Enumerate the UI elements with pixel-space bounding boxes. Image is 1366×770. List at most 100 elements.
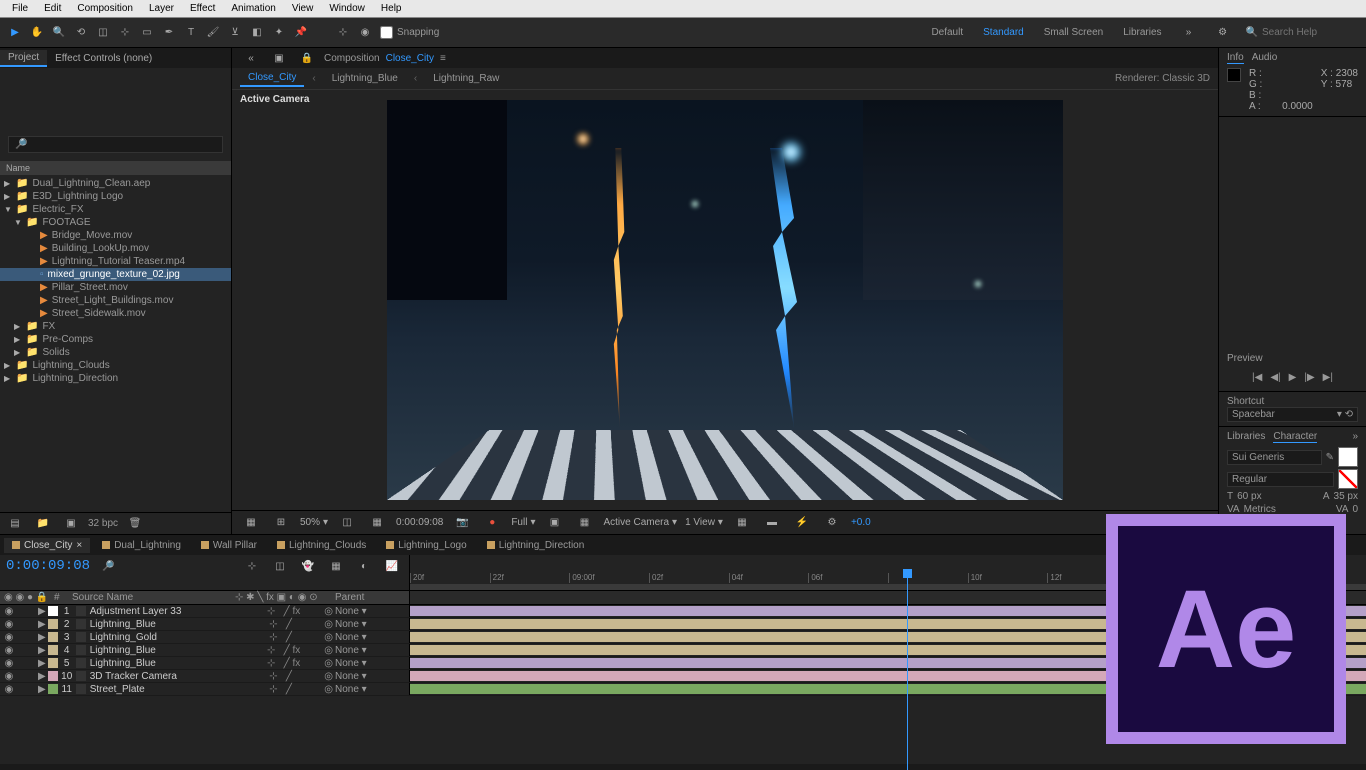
expand-icon[interactable]: ▶ xyxy=(38,619,46,630)
comp-tab-lightning-blue[interactable]: Lightning_Blue xyxy=(324,71,406,86)
tree-item[interactable]: ▼📁Electric_FX xyxy=(0,203,231,216)
visibility-icon[interactable]: ◉ xyxy=(4,632,14,643)
menu-composition[interactable]: Composition xyxy=(69,3,141,14)
tree-item[interactable]: ▶📁Pre-Comps xyxy=(0,333,231,346)
workspace-more-icon[interactable]: » xyxy=(1180,24,1198,42)
layer-name[interactable]: Lightning_Blue xyxy=(88,645,265,656)
parent-pickwhip-icon[interactable]: ◎ xyxy=(324,658,333,669)
expand-icon[interactable]: ▶ xyxy=(4,374,12,383)
col-parent[interactable]: Parent xyxy=(335,592,405,603)
expand-icon[interactable]: ▶ xyxy=(38,606,46,617)
gear-icon[interactable]: ⚙ xyxy=(823,514,841,532)
visibility-icon[interactable]: ◉ xyxy=(4,684,14,695)
draft-3d-icon[interactable]: ◫ xyxy=(271,557,289,575)
tree-item[interactable]: ▶Bridge_Move.mov xyxy=(0,229,231,242)
tree-item[interactable]: ▶📁Solids xyxy=(0,346,231,359)
tree-item[interactable]: ▶Street_Light_Buildings.mov xyxy=(0,294,231,307)
tab-character[interactable]: Character xyxy=(1273,431,1317,443)
bit-depth[interactable]: 32 bpc xyxy=(88,518,118,529)
selection-tool-icon[interactable]: ▶ xyxy=(6,24,24,42)
hand-tool-icon[interactable]: ✋ xyxy=(28,24,46,42)
mask-icon[interactable]: ▦ xyxy=(368,514,386,532)
tree-item[interactable]: ▶📁Lightning_Clouds xyxy=(0,359,231,372)
tab-project[interactable]: Project xyxy=(0,50,47,67)
tracking[interactable]: 0 xyxy=(1352,504,1358,515)
pen-tool-icon[interactable]: ✒ xyxy=(160,24,178,42)
layer-color-box[interactable] xyxy=(48,684,58,694)
layer-name[interactable]: 3D Tracker Camera xyxy=(88,671,267,682)
layer-name[interactable]: Street_Plate xyxy=(88,684,267,695)
timeline-tab-dual-lightning[interactable]: Dual_Lightning xyxy=(94,538,189,553)
viewer-timecode[interactable]: 0:00:09:08 xyxy=(396,517,443,528)
layer-name[interactable]: Lightning_Gold xyxy=(88,632,267,643)
project-search[interactable]: 🔎 xyxy=(8,136,223,153)
3d-icon[interactable]: ◉ xyxy=(356,24,374,42)
tab-libraries[interactable]: Libraries xyxy=(1227,431,1265,443)
expand-icon[interactable]: ▶ xyxy=(38,632,46,643)
panel-menu-icon[interactable]: ≡ xyxy=(440,53,446,64)
expand-icon[interactable]: ▼ xyxy=(4,205,12,214)
new-folder-icon[interactable]: 📁 xyxy=(34,515,52,533)
layer-switches[interactable]: ⊹ ╱ xyxy=(269,632,300,643)
renderer-value[interactable]: Classic 3D xyxy=(1162,73,1210,84)
layer-color-box[interactable] xyxy=(48,632,58,642)
channel-r-icon[interactable]: ● xyxy=(483,514,501,532)
expand-icon[interactable]: ▶ xyxy=(38,671,46,682)
tree-item[interactable]: ▶Building_LookUp.mov xyxy=(0,242,231,255)
visibility-icon[interactable]: ◉ xyxy=(4,671,14,682)
frame-blend-icon[interactable]: ▦ xyxy=(327,557,345,575)
workspace-small-screen[interactable]: Small Screen xyxy=(1040,25,1107,40)
menu-file[interactable]: File xyxy=(4,3,36,14)
pixel-aspect-icon[interactable]: ▬ xyxy=(763,514,781,532)
expand-icon[interactable]: ▶ xyxy=(14,335,22,344)
resolution-icon[interactable]: ◫ xyxy=(338,514,356,532)
layer-switches[interactable]: ⊹ ╱ fx xyxy=(267,645,300,656)
anchor-tool-icon[interactable]: ⊹ xyxy=(116,24,134,42)
menu-help[interactable]: Help xyxy=(373,3,410,14)
menu-edit[interactable]: Edit xyxy=(36,3,69,14)
layer-name[interactable]: Lightning_Blue xyxy=(88,658,265,669)
menu-view[interactable]: View xyxy=(284,3,322,14)
roi-icon[interactable]: ▣ xyxy=(545,514,563,532)
nav-back-icon[interactable]: « xyxy=(242,49,260,67)
rotate-tool-icon[interactable]: ⟲ xyxy=(72,24,90,42)
expand-icon[interactable]: ▶ xyxy=(38,645,46,656)
parent-pickwhip-icon[interactable]: ◎ xyxy=(324,645,333,656)
tree-item[interactable]: ▼📁FOOTAGE xyxy=(0,216,231,229)
layer-color-box[interactable] xyxy=(48,606,58,616)
panel-expand-icon[interactable]: » xyxy=(1352,431,1358,443)
parent-pickwhip-icon[interactable]: ◎ xyxy=(324,671,333,682)
parent-dropdown[interactable]: None ▾ xyxy=(335,619,405,630)
comp-active-name[interactable]: Close_City xyxy=(386,53,434,64)
next-frame-icon[interactable]: |▶ xyxy=(1304,372,1314,383)
parent-pickwhip-icon[interactable]: ◎ xyxy=(324,606,333,617)
eyedropper-icon[interactable]: ✎ xyxy=(1326,452,1334,463)
parent-dropdown[interactable]: None ▾ xyxy=(335,671,405,682)
axis-icon[interactable]: ⊹ xyxy=(334,24,352,42)
tree-item[interactable]: ▶Lightning_Tutorial Teaser.mp4 xyxy=(0,255,231,268)
timeline-tab-lightning-direction[interactable]: Lightning_Direction xyxy=(479,538,593,553)
interpret-footage-icon[interactable]: ▤ xyxy=(6,515,24,533)
visibility-icon[interactable]: ◉ xyxy=(4,645,14,656)
magnify-icon[interactable]: ▦ xyxy=(242,514,260,532)
timeline-tab-lightning-logo[interactable]: Lightning_Logo xyxy=(378,538,474,553)
workspace-standard[interactable]: Standard xyxy=(979,25,1028,40)
col-source-name[interactable]: Source Name xyxy=(64,592,235,603)
shortcut-dropdown[interactable]: Spacebar▾ ⟲ xyxy=(1227,407,1358,422)
visibility-icon[interactable]: ◉ xyxy=(4,658,14,669)
view-options-icon[interactable]: ▦ xyxy=(733,514,751,532)
preview-canvas[interactable] xyxy=(387,100,1063,500)
parent-dropdown[interactable]: None ▾ xyxy=(335,606,405,617)
parent-dropdown[interactable]: None ▾ xyxy=(335,658,405,669)
parent-pickwhip-icon[interactable]: ◎ xyxy=(324,684,333,695)
layer-color-box[interactable] xyxy=(48,658,58,668)
camera-dropdown[interactable]: Active Camera ▾ xyxy=(603,517,677,528)
project-tree[interactable]: ▶📁Dual_Lightning_Clean.aep▶📁E3D_Lightnin… xyxy=(0,175,231,512)
tree-item[interactable]: ▶📁Dual_Lightning_Clean.aep xyxy=(0,177,231,190)
tab-info[interactable]: Info xyxy=(1227,52,1244,64)
timeline-timecode[interactable]: 0:00:09:08 xyxy=(6,558,90,574)
brush-tool-icon[interactable]: 🖌 xyxy=(204,24,222,42)
comp-tab-lightning-raw[interactable]: Lightning_Raw xyxy=(425,71,507,86)
expand-icon[interactable]: ▶ xyxy=(4,192,12,201)
snapshot-icon[interactable]: 📷 xyxy=(453,514,471,532)
